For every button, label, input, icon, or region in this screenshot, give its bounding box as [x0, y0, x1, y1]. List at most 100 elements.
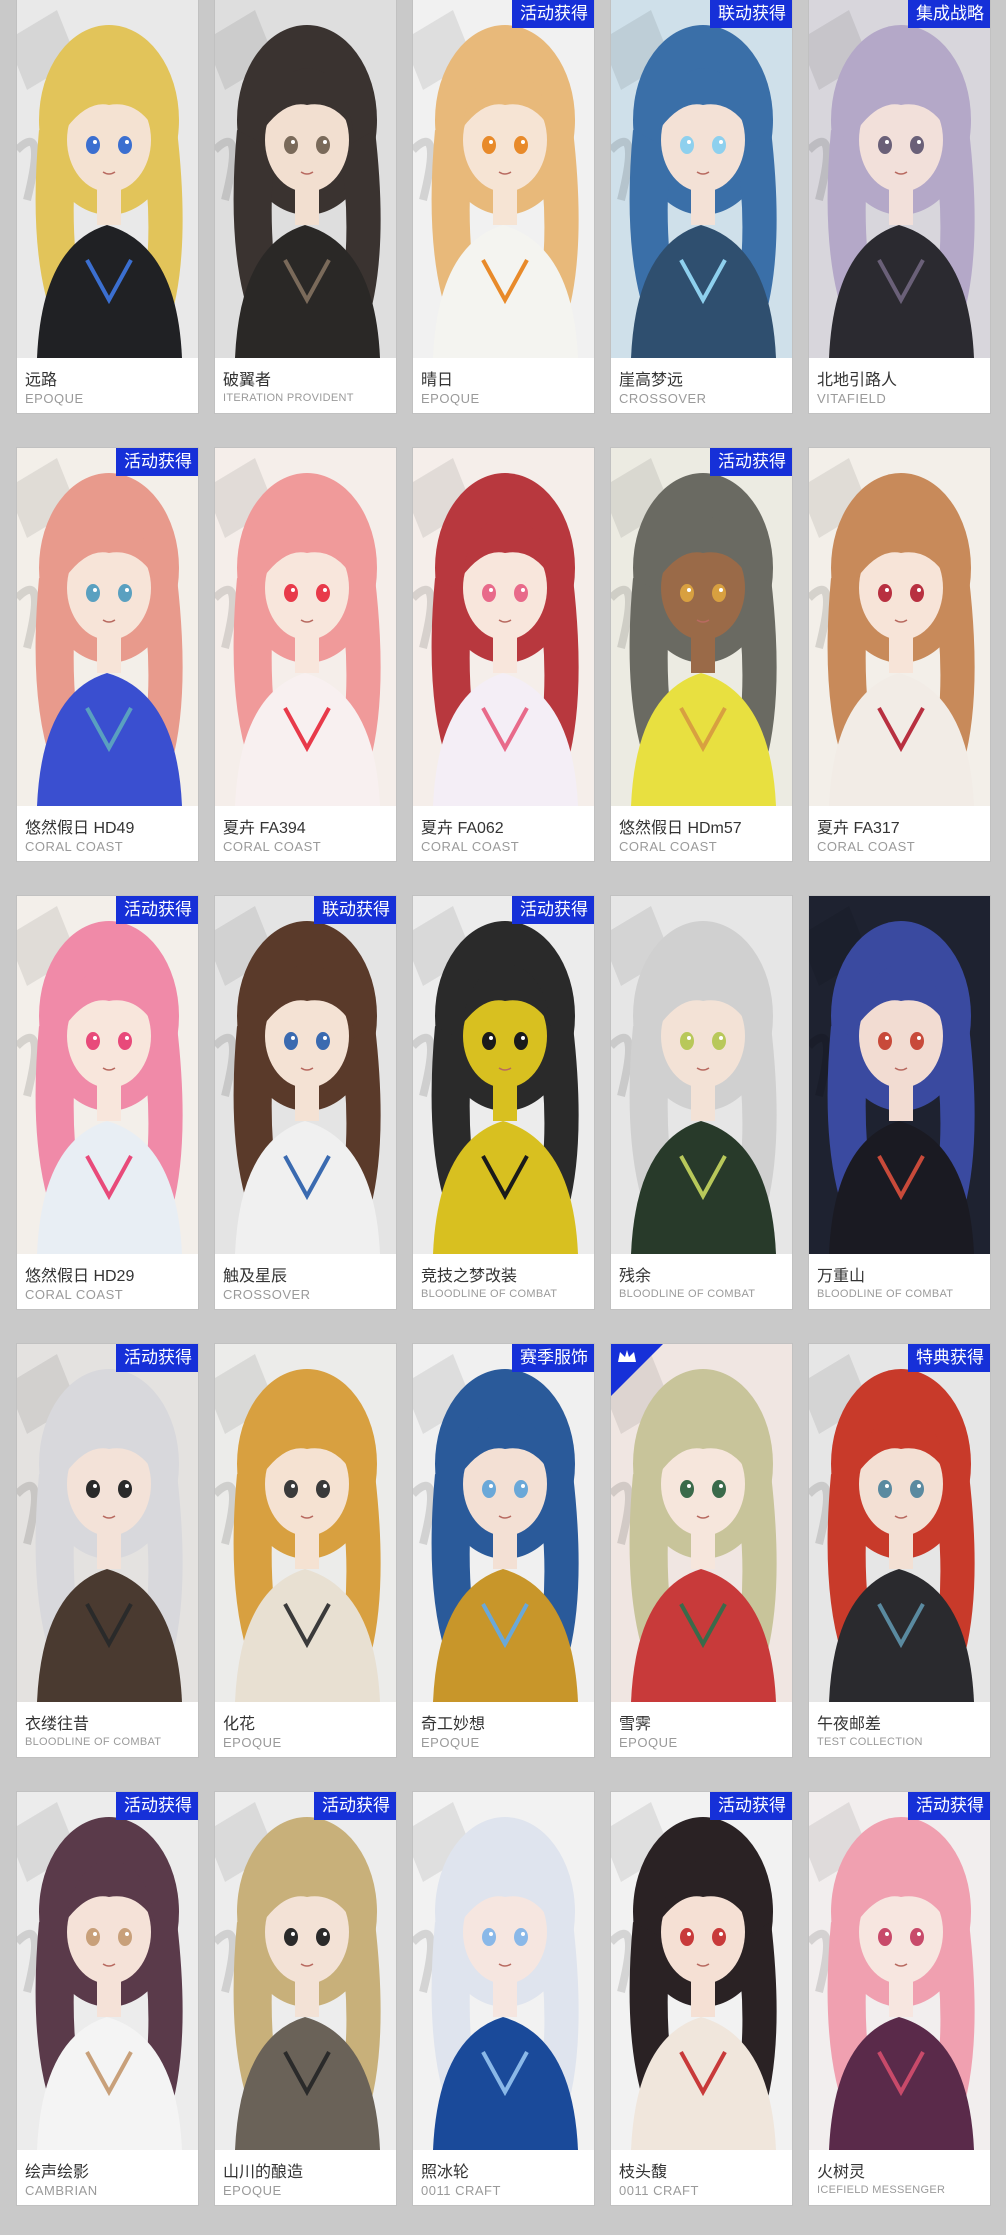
acquisition-badge: 活动获得 — [116, 896, 198, 924]
acquisition-badge: 联动获得 — [710, 0, 792, 28]
skin-card[interactable]: 夏卉 FA317 CORAL COAST — [809, 448, 990, 861]
skin-card[interactable]: 特典获得 午夜邮差 TEST COLLECTION — [809, 1344, 990, 1757]
skin-name: 悠然假日 HD49 — [25, 820, 135, 837]
skin-name: 绘声绘影 — [25, 2164, 90, 2181]
card-caption: 晴日 EPOQUE — [413, 358, 594, 413]
series-name: EPOQUE — [421, 1735, 480, 1750]
card-caption: 枝头馥 0011 CRAFT — [611, 2150, 792, 2205]
skin-name: 奇工妙想 — [421, 1716, 486, 1733]
skin-card[interactable]: 集成战略 北地引路人 VITAFIELD — [809, 0, 990, 413]
series-name: BLOODLINE OF COMBAT — [817, 1288, 954, 1300]
series-name: VITAFIELD — [817, 391, 887, 406]
crown-icon — [617, 1348, 637, 1364]
series-name: EPOQUE — [421, 391, 480, 406]
skin-card[interactable]: 活动获得悠然假日 HD29 CORAL COAST — [17, 896, 198, 1309]
series-name: CROSSOVER — [223, 1287, 311, 1302]
card-caption: 北地引路人 VITAFIELD — [809, 358, 990, 413]
character-artwork — [17, 1792, 198, 2150]
acquisition-badge: 活动获得 — [908, 1792, 990, 1820]
skin-name: 照冰轮 — [421, 2164, 470, 2181]
skin-name: 衣缕往昔 — [25, 1716, 90, 1733]
card-caption: 触及星辰 CROSSOVER — [215, 1254, 396, 1309]
skin-name: 晴日 — [421, 372, 454, 389]
character-artwork — [17, 1344, 198, 1702]
skin-name: 化花 — [223, 1716, 256, 1733]
skin-card[interactable]: 赛季服饰奇工妙想 EPOQUE — [413, 1344, 594, 1757]
series-name: CORAL COAST — [817, 839, 916, 854]
acquisition-badge: 联动获得 — [314, 896, 396, 924]
skin-name: 悠然假日 HD29 — [25, 1268, 135, 1285]
series-name: CORAL COAST — [25, 839, 124, 854]
skin-card[interactable]: 化花 EPOQUE — [215, 1344, 396, 1757]
character-artwork — [809, 896, 990, 1254]
skin-card[interactable]: 活动获得 悠然假日 HD49 CORAL COAST — [17, 448, 198, 861]
skin-card[interactable]: 万重山 BLOODLINE OF COMBAT — [809, 896, 990, 1309]
skin-name: 夏卉 FA394 — [223, 820, 306, 837]
character-artwork — [413, 448, 594, 806]
character-artwork — [17, 896, 198, 1254]
card-caption: 夏卉 FA317 CORAL COAST — [809, 806, 990, 861]
skin-name: 崖高梦远 — [619, 372, 684, 389]
character-artwork — [809, 1344, 990, 1702]
skin-name: 北地引路人 — [817, 372, 898, 389]
acquisition-badge: 活动获得 — [116, 1344, 198, 1372]
series-name: CORAL COAST — [619, 839, 718, 854]
card-caption: 竞技之梦改装 BLOODLINE OF COMBAT — [413, 1254, 594, 1309]
skin-card[interactable]: 残余 BLOODLINE OF COMBAT — [611, 896, 792, 1309]
skin-card[interactable]: 活动获得衣缕往昔 BLOODLINE OF COMBAT — [17, 1344, 198, 1757]
series-name: BLOODLINE OF COMBAT — [421, 1288, 558, 1300]
character-artwork — [809, 0, 990, 358]
skin-card[interactable]: 夏卉 FA394 CORAL COAST — [215, 448, 396, 861]
series-name: ITERATION PROVIDENT — [223, 392, 354, 404]
acquisition-badge: 特典获得 — [908, 1344, 990, 1372]
skin-card[interactable]: 活动获得竞技之梦改装 BLOODLINE OF COMBAT — [413, 896, 594, 1309]
series-name: EPOQUE — [223, 1735, 282, 1750]
character-artwork — [17, 448, 198, 806]
skin-card[interactable]: 联动获得崖高梦远 CROSSOVER — [611, 0, 792, 413]
card-caption: 雪霁 EPOQUE — [611, 1702, 792, 1757]
card-caption: 破翼者 ITERATION PROVIDENT — [215, 358, 396, 413]
skin-name: 火树灵 — [817, 2164, 866, 2181]
skin-card[interactable]: 远路 EPOQUE — [17, 0, 198, 413]
skin-name: 触及星辰 — [223, 1268, 288, 1285]
acquisition-badge: 活动获得 — [314, 1792, 396, 1820]
card-caption: 夏卉 FA062 CORAL COAST — [413, 806, 594, 861]
skin-card[interactable]: 活动获得 山川的酿造 EPOQUE — [215, 1792, 396, 2205]
character-artwork — [611, 1792, 792, 2150]
character-artwork — [809, 448, 990, 806]
character-artwork — [413, 1344, 594, 1702]
series-name: 0011 CRAFT — [421, 2183, 501, 2198]
skin-card[interactable]: 照冰轮 0011 CRAFT — [413, 1792, 594, 2205]
series-name: CORAL COAST — [25, 1287, 124, 1302]
skin-name: 残余 — [619, 1268, 652, 1285]
skin-name: 悠然假日 HDm57 — [619, 820, 742, 837]
skin-card[interactable]: 活动获得悠然假日 HDm57 CORAL COAST — [611, 448, 792, 861]
card-caption: 照冰轮 0011 CRAFT — [413, 2150, 594, 2205]
skin-card[interactable]: 活动获得 晴日 EPOQUE — [413, 0, 594, 413]
skin-card[interactable]: 雪霁 EPOQUE — [611, 1344, 792, 1757]
acquisition-badge: 活动获得 — [116, 1792, 198, 1820]
series-name: CROSSOVER — [619, 391, 707, 406]
card-caption: 绘声绘影 CAMBRIAN — [17, 2150, 198, 2205]
skin-name: 远路 — [25, 372, 58, 389]
character-artwork — [215, 1792, 396, 2150]
series-name: BLOODLINE OF COMBAT — [619, 1288, 756, 1300]
skin-card[interactable]: 活动获得火树灵 ICEFIELD MESSENGER — [809, 1792, 990, 2205]
skin-card[interactable]: 夏卉 FA062 CORAL COAST — [413, 448, 594, 861]
skin-card[interactable]: 联动获得触及星辰 CROSSOVER — [215, 896, 396, 1309]
acquisition-badge: 活动获得 — [512, 896, 594, 924]
card-caption: 化花 EPOQUE — [215, 1702, 396, 1757]
series-name: 0011 CRAFT — [619, 2183, 699, 2198]
skin-card[interactable]: 破翼者 ITERATION PROVIDENT — [215, 0, 396, 413]
character-artwork — [611, 1344, 792, 1702]
acquisition-badge: 活动获得 — [710, 448, 792, 476]
card-caption: 奇工妙想 EPOQUE — [413, 1702, 594, 1757]
skin-card[interactable]: 活动获得 枝头馥 0011 CRAFT — [611, 1792, 792, 2205]
skin-card[interactable]: 活动获得绘声绘影 CAMBRIAN — [17, 1792, 198, 2205]
character-artwork — [413, 0, 594, 358]
character-artwork — [809, 1792, 990, 2150]
card-caption: 火树灵 ICEFIELD MESSENGER — [809, 2150, 990, 2205]
acquisition-badge: 赛季服饰 — [512, 1344, 594, 1372]
series-name: BLOODLINE OF COMBAT — [25, 1736, 162, 1748]
card-caption: 悠然假日 HDm57 CORAL COAST — [611, 806, 792, 861]
